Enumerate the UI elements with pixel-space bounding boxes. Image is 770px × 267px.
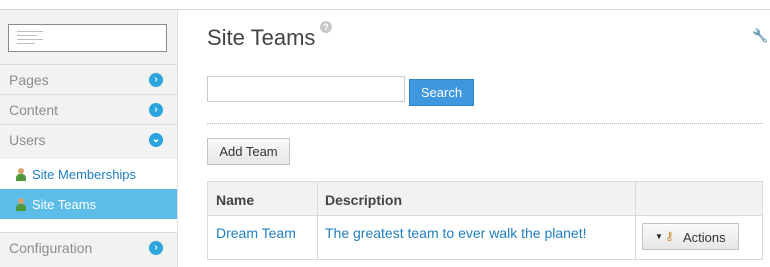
sidebar-item-users[interactable]: Users ⌄ [0,124,177,154]
actions-button[interactable]: ▼ ⚷ Actions [642,223,739,250]
help-icon[interactable]: ? [320,21,332,33]
sidebar-item-label: Users [9,132,46,148]
column-header-name: Name [216,192,255,208]
sidebar-subitem-label: Site Memberships [32,167,137,182]
search-input[interactable] [207,76,405,102]
divider [207,123,763,124]
column-divider [317,182,318,259]
teams-table: Name Description Dream Team The greatest… [207,181,763,260]
sidebar-item-label: Pages [9,72,49,88]
sidebar-item-site-teams[interactable]: Site Teams [0,189,177,219]
add-team-button[interactable]: Add Team [207,138,290,165]
table-header: Name Description [208,182,762,216]
wrench-icon[interactable]: 🔧 [752,28,768,44]
sidebar-item-label: Configuration [9,240,93,256]
column-header-description: Description [325,192,403,208]
sidebar-item-label: Content [9,102,59,118]
page-title: Site Teams [207,25,316,50]
chevron-right-icon: › [149,241,163,255]
team-description-link[interactable]: The greatest team to ever walk the plane… [325,225,586,241]
sidebar: Pages › Content › Users ⌄ Site Membershi… [0,10,178,267]
chevron-right-icon: › [149,73,163,87]
chevron-down-icon: ⌄ [149,133,163,147]
sidebar-spacer [0,219,177,232]
sidebar-subitem-label: Site Teams [32,197,97,212]
user-icon [15,168,27,181]
column-divider [635,182,636,259]
team-name-link[interactable]: Dream Team [216,225,296,241]
caret-down-icon: ▼ [655,232,663,241]
key-icon: ⚷ [665,229,674,243]
sidebar-item-configuration[interactable]: Configuration › [0,232,177,262]
sidebar-item-pages[interactable]: Pages › [0,64,177,94]
sidebar-item-content[interactable]: Content › [0,94,177,124]
sidebar-item-site-memberships[interactable]: Site Memberships [0,159,177,189]
chevron-right-icon: › [149,103,163,117]
actions-label: Actions [683,230,726,245]
site-logo[interactable] [8,24,167,52]
logo-placeholder-icon [17,31,43,47]
search-button[interactable]: Search [409,79,474,106]
user-icon [15,198,27,211]
